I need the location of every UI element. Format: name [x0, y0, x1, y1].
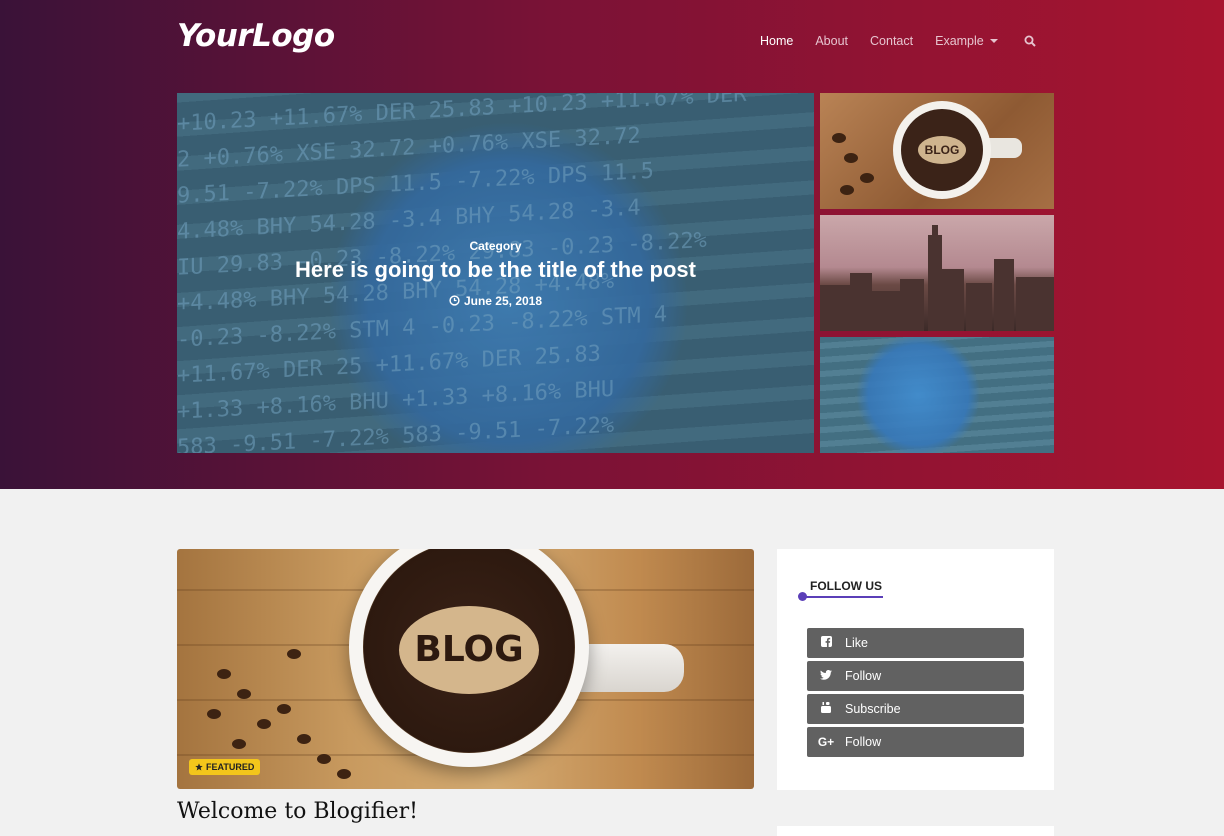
slide-category[interactable]: Category [177, 239, 814, 253]
nav-contact[interactable]: Contact [870, 34, 913, 48]
facebook-icon [807, 636, 845, 650]
hero-header: YourLogo Home About Contact Example +10.… [0, 0, 1224, 489]
coffee-bean [317, 754, 331, 764]
coffee-bean [237, 689, 251, 699]
slide-title[interactable]: Here is going to be the title of the pos… [177, 257, 814, 283]
coffee-bean [844, 153, 858, 163]
blog-bubble: BLOG [918, 136, 966, 164]
coffee-bean [832, 133, 846, 143]
slide-date-text: June 25, 2018 [463, 293, 543, 308]
coffee-bean [297, 734, 311, 744]
nav-example-label: Example [935, 34, 984, 48]
cup-handle [579, 644, 684, 692]
slide-date: June 25, 2018 [449, 294, 542, 308]
nav-home[interactable]: Home [760, 34, 793, 48]
featured-post-image[interactable]: BLOG [177, 549, 754, 789]
featured-badge: FEATURED [189, 759, 261, 775]
featured-badge-label: FEATURED [206, 762, 255, 772]
featured-slide[interactable]: +10.23 +11.67% DER 25.83 +10.23 +11.67% … [177, 93, 814, 453]
blog-bubble: BLOG [399, 606, 539, 694]
twitter-icon [807, 669, 845, 683]
main-nav: Home About Contact Example [760, 33, 1036, 49]
widget-title: FOLLOW US [810, 579, 882, 593]
facebook-like-button[interactable]: Like [807, 628, 1024, 658]
coffee-bean [287, 649, 301, 659]
coffee-bean [207, 709, 221, 719]
next-widget [777, 826, 1054, 836]
google-plus-follow-button[interactable]: G+ Follow [807, 727, 1024, 757]
nav-example-dropdown[interactable]: Example [935, 34, 998, 48]
thumb-post-city[interactable] [820, 215, 1054, 331]
thumb-post-globe[interactable] [820, 337, 1054, 453]
coffee-bean [277, 704, 291, 714]
coffee-bean [257, 719, 271, 729]
youtube-icon [807, 702, 845, 716]
slide-caption: Category Here is going to be the title o… [177, 239, 814, 311]
coffee-bean [860, 173, 874, 183]
twitter-follow-button[interactable]: Follow [807, 661, 1024, 691]
widget-title-dot [798, 592, 807, 601]
social-button-label: Follow [845, 735, 882, 749]
social-button-label: Like [845, 636, 868, 650]
coffee-cup-image: BLOG [893, 101, 991, 199]
youtube-subscribe-button[interactable]: Subscribe [807, 694, 1024, 724]
post-title[interactable]: Welcome to Blogifier! [177, 799, 418, 824]
google-plus-icon: G+ [817, 735, 835, 749]
widget-title-underline [802, 596, 883, 598]
follow-us-widget: FOLLOW US Like Follow Subscribe G+ Follo… [777, 549, 1054, 790]
nav-about[interactable]: About [815, 34, 848, 48]
coffee-bean [217, 669, 231, 679]
cup-handle [986, 138, 1022, 158]
thumb-post-coffee[interactable]: BLOG [820, 93, 1054, 209]
clock-icon [449, 295, 460, 306]
social-button-label: Subscribe [845, 702, 901, 716]
star-icon [195, 763, 203, 771]
site-logo[interactable]: YourLogo [177, 18, 335, 54]
caret-down-icon [989, 39, 998, 43]
coffee-surface: BLOG [901, 109, 983, 191]
coffee-bean [840, 185, 854, 195]
search-button[interactable] [1024, 35, 1036, 47]
coffee-bean [232, 739, 246, 749]
coffee-bean [337, 769, 351, 779]
search-icon [1024, 35, 1036, 47]
social-button-label: Follow [845, 669, 882, 683]
